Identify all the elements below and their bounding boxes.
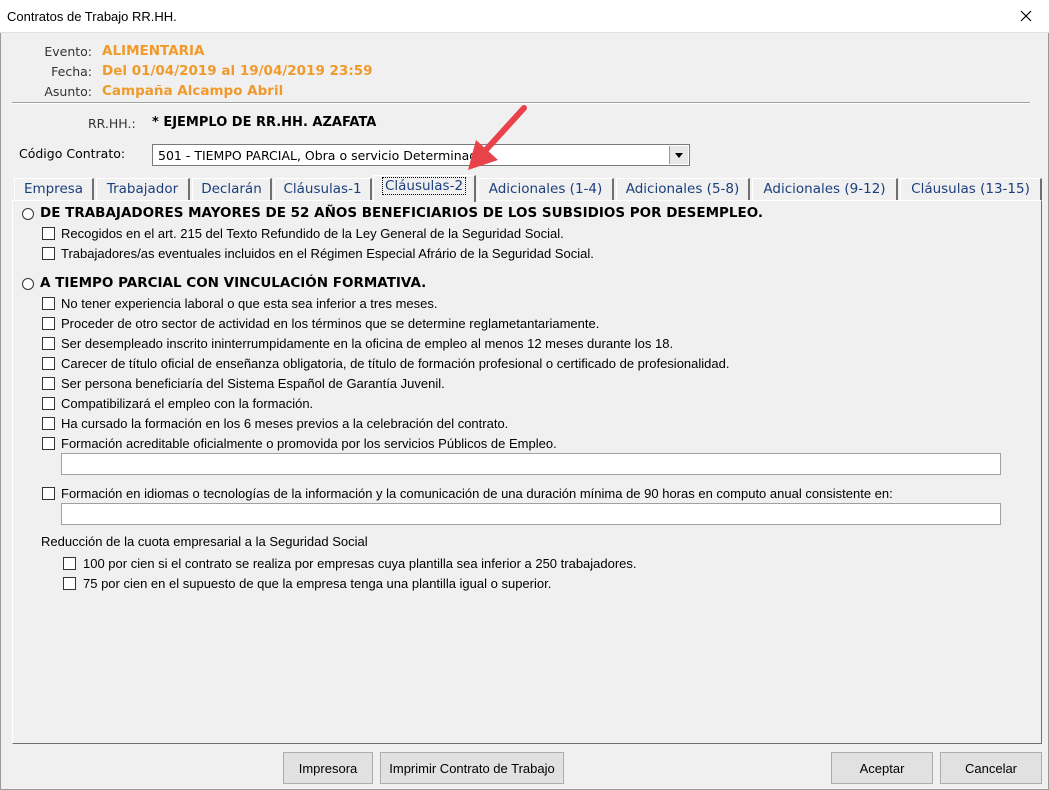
imprimir-contrato-button[interactable]: Imprimir Contrato de Trabajo	[380, 752, 564, 784]
codigo-contrato-value: 501 - TIEMPO PARCIAL, Obra o servicio De…	[158, 148, 485, 163]
checkbox-no-experiencia[interactable]	[42, 297, 55, 310]
evento-value: ALIMENTARIA	[102, 43, 205, 59]
checkbox-formacion-idiomas[interactable]	[42, 487, 55, 500]
checkbox-art-215[interactable]	[42, 227, 55, 240]
fecha-label: Fecha:	[51, 64, 92, 79]
rrhh-value: * EJEMPLO DE RR.HH. AZAFATA	[152, 115, 377, 130]
checkbox-trabajadores-eventuales[interactable]	[42, 247, 55, 260]
checkbox-label: Carecer de título oficial de enseñanza o…	[61, 356, 730, 371]
checkbox-label: Ser desempleado inscrito ininterrumpidam…	[61, 336, 674, 351]
formacion-idiomas-input[interactable]	[61, 503, 1001, 525]
tab-label: Cláusulas-1	[283, 181, 362, 197]
tab-label: Cláusulas-2	[381, 177, 467, 195]
section-vinculacion-title: A TIEMPO PARCIAL CON VINCULACIÓN FORMATI…	[40, 275, 427, 291]
asunto-value: Campaña Alcampo Abril	[102, 83, 284, 99]
checkbox-formacion-acreditable[interactable]	[42, 437, 55, 450]
tab-label: Declarán	[201, 181, 262, 197]
close-button[interactable]	[1003, 0, 1049, 32]
tab-trabajador[interactable]: Trabajador	[96, 178, 190, 200]
tab-label: Adicionales (1-4)	[488, 181, 603, 197]
checkbox-label: Ha cursado la formación en los 6 meses p…	[61, 416, 509, 431]
checkbox-label: Recogidos en el art. 215 del Texto Refun…	[61, 226, 564, 241]
tab-label: Adicionales (5-8)	[625, 181, 740, 197]
tab-label: Empresa	[23, 181, 84, 197]
checkbox-compatibilizara[interactable]	[42, 397, 55, 410]
tab-clausulas-2[interactable]: Cláusulas-2	[373, 175, 476, 202]
chevron-down-icon	[675, 152, 683, 158]
checkbox-label: Formación acreditable oficialmente o pro…	[61, 436, 557, 451]
checkbox-label: 100 por cien si el contrato se realiza p…	[83, 556, 637, 571]
tab-label: Adicionales (9-12)	[763, 181, 886, 197]
checkbox-label: Compatibilizará el empleo con la formaci…	[61, 396, 314, 411]
button-label: Cancelar	[964, 760, 1018, 776]
tab-label: Cláusulas (13-15)	[911, 181, 1030, 197]
radio-mayores-52[interactable]	[22, 208, 34, 220]
button-label: Impresora	[298, 760, 358, 776]
fecha-value: Del 01/04/2019 al 19/04/2019 23:59	[102, 63, 373, 79]
aceptar-button[interactable]: Aceptar	[831, 752, 933, 784]
cancelar-button[interactable]: Cancelar	[940, 752, 1042, 784]
asunto-label: Asunto:	[44, 84, 92, 99]
checkbox-label: 75 por cien en el supuesto de que la emp…	[83, 576, 552, 591]
dropdown-button[interactable]	[669, 146, 688, 164]
checkbox-label: Formación en idiomas o tecnologías de la…	[61, 486, 893, 501]
tab-adicionales-9-12[interactable]: Adicionales (9-12)	[752, 178, 898, 200]
checkbox-label: Ser persona beneficiaría del Sistema Esp…	[61, 376, 445, 391]
checkbox-label: No tener experiencia laboral o que esta …	[61, 296, 438, 311]
tab-empresa[interactable]: Empresa	[14, 178, 94, 200]
checkbox-label: Proceder de otro sector de actividad en …	[61, 316, 600, 331]
checkbox-reduccion-75[interactable]	[63, 577, 76, 590]
tab-adicionales-1-4[interactable]: Adicionales (1-4)	[478, 178, 614, 200]
window-border-left	[0, 0, 1, 790]
impresora-button[interactable]: Impresora	[283, 752, 373, 784]
title-bar: Contratos de Trabajo RR.HH.	[0, 0, 1049, 33]
radio-vinculacion-formativa[interactable]	[22, 278, 34, 290]
reduccion-title: Reducción de la cuota empresarial a la S…	[41, 534, 368, 549]
checkbox-otro-sector[interactable]	[42, 317, 55, 330]
codigo-contrato-select[interactable]: 501 - TIEMPO PARCIAL, Obra o servicio De…	[152, 144, 690, 166]
evento-label: Evento:	[44, 44, 92, 59]
checkbox-reduccion-100[interactable]	[63, 557, 76, 570]
tab-clausulas-13-15[interactable]: Cláusulas (13-15)	[900, 178, 1042, 200]
tab-declaran[interactable]: Declarán	[192, 178, 272, 200]
window-title: Contratos de Trabajo RR.HH.	[7, 9, 177, 24]
tab-adicionales-5-8[interactable]: Adicionales (5-8)	[616, 178, 750, 200]
annotation-arrow-icon	[468, 105, 527, 170]
tab-label: Trabajador	[106, 181, 179, 197]
codigo-contrato-label: Código Contrato:	[19, 146, 126, 161]
formacion-acreditable-input[interactable]	[61, 453, 1001, 475]
checkbox-garantia-juvenil[interactable]	[42, 377, 55, 390]
rrhh-label: RR.HH.:	[88, 116, 136, 131]
close-icon	[1020, 10, 1032, 22]
button-label: Aceptar	[859, 760, 905, 776]
checkbox-titulo-oficial[interactable]	[42, 357, 55, 370]
checkbox-label: Trabajadores/as eventuales incluidos en …	[61, 246, 594, 261]
tab-clausulas-1[interactable]: Cláusulas-1	[274, 178, 372, 200]
checkbox-ha-cursado[interactable]	[42, 417, 55, 430]
checkbox-desempleado[interactable]	[42, 337, 55, 350]
section-mayores-52-title: DE TRABAJADORES MAYORES DE 52 AÑOS BENEF…	[40, 205, 764, 221]
button-label: Imprimir Contrato de Trabajo	[389, 760, 555, 776]
